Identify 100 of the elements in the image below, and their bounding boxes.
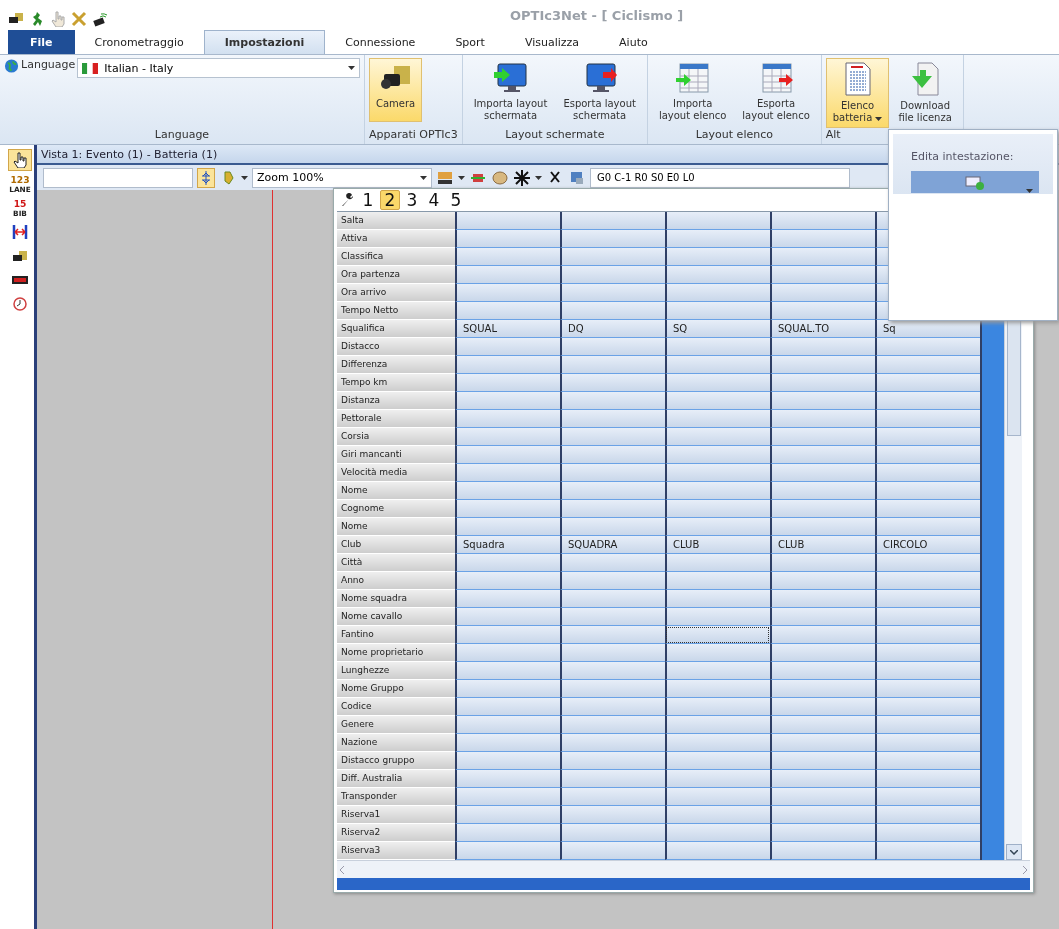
table-cell[interactable] xyxy=(560,662,665,680)
table-cell[interactable] xyxy=(560,752,665,770)
table-cell[interactable] xyxy=(665,212,770,230)
table-cell[interactable] xyxy=(770,248,875,266)
table-cell[interactable] xyxy=(875,608,980,626)
table-cell[interactable] xyxy=(455,590,560,608)
table-cell[interactable] xyxy=(770,230,875,248)
table-cell[interactable] xyxy=(770,842,875,860)
table-cell[interactable] xyxy=(560,698,665,716)
table-cell[interactable] xyxy=(560,248,665,266)
table-cell[interactable] xyxy=(875,680,980,698)
table-cell[interactable] xyxy=(875,482,980,500)
table-cell[interactable] xyxy=(875,770,980,788)
table-cell[interactable] xyxy=(455,734,560,752)
table-cell[interactable] xyxy=(560,590,665,608)
split-button[interactable] xyxy=(197,167,215,188)
text-field[interactable] xyxy=(43,167,193,188)
table-cell[interactable] xyxy=(770,446,875,464)
table-cell[interactable] xyxy=(665,392,770,410)
ribbon-tab[interactable]: Aiuto xyxy=(599,30,668,54)
page-number-tab[interactable]: 3 xyxy=(402,190,422,210)
table-cell[interactable] xyxy=(665,266,770,284)
table-cell[interactable] xyxy=(875,788,980,806)
table-cell[interactable] xyxy=(560,428,665,446)
table-cell[interactable] xyxy=(770,662,875,680)
table-cell[interactable] xyxy=(560,734,665,752)
page-number-tab[interactable]: 2 xyxy=(380,190,400,210)
table-cell[interactable] xyxy=(455,824,560,842)
table-cell[interactable] xyxy=(455,500,560,518)
table-cell[interactable]: Sq xyxy=(875,320,980,338)
table-cell[interactable] xyxy=(455,230,560,248)
table-cell[interactable] xyxy=(770,266,875,284)
table-cell[interactable] xyxy=(665,752,770,770)
table-cell[interactable] xyxy=(875,464,980,482)
table-cell[interactable] xyxy=(560,626,665,644)
table-cell[interactable] xyxy=(560,608,665,626)
table-cell[interactable] xyxy=(665,338,770,356)
table-cell[interactable] xyxy=(455,518,560,536)
table-cell[interactable] xyxy=(455,608,560,626)
table-cell[interactable] xyxy=(770,338,875,356)
table-cell[interactable] xyxy=(665,464,770,482)
table-cell[interactable] xyxy=(455,212,560,230)
table-cell[interactable] xyxy=(875,590,980,608)
table-cell[interactable] xyxy=(770,626,875,644)
table-cell[interactable] xyxy=(875,716,980,734)
table-cell[interactable] xyxy=(665,680,770,698)
table-cell[interactable] xyxy=(770,428,875,446)
ribbon-button[interactable]: Elenco batteria xyxy=(825,58,890,128)
table-cell[interactable] xyxy=(875,374,980,392)
table-cell[interactable] xyxy=(770,680,875,698)
table-cell[interactable] xyxy=(560,230,665,248)
ribbon-tab[interactable]: Cronometraggio xyxy=(74,30,204,54)
table-cell[interactable] xyxy=(665,500,770,518)
table-cell[interactable] xyxy=(770,806,875,824)
table-cell[interactable] xyxy=(665,302,770,320)
header-dropdown[interactable] xyxy=(911,171,1039,193)
table-cell[interactable] xyxy=(560,446,665,464)
table-cell[interactable] xyxy=(665,374,770,392)
table-cell[interactable] xyxy=(560,842,665,860)
table-cell[interactable] xyxy=(875,842,980,860)
table-cell[interactable] xyxy=(665,410,770,428)
table-cell[interactable] xyxy=(665,626,770,644)
ribbon-button[interactable]: Camera xyxy=(369,58,423,122)
table-cell[interactable] xyxy=(455,626,560,644)
table-cell[interactable] xyxy=(770,356,875,374)
table-cell[interactable] xyxy=(560,212,665,230)
bib-number-button[interactable]: 15 BIB xyxy=(8,197,32,219)
table-cell[interactable] xyxy=(770,284,875,302)
table-cell[interactable]: Squadra xyxy=(455,536,560,554)
ribbon-button[interactable]: Importa layout elenco xyxy=(651,58,734,126)
table-cell[interactable] xyxy=(560,338,665,356)
table-cell[interactable] xyxy=(455,842,560,860)
table-cell[interactable] xyxy=(875,392,980,410)
table-cell[interactable] xyxy=(455,770,560,788)
table-cell[interactable] xyxy=(665,230,770,248)
table-cell[interactable] xyxy=(875,806,980,824)
table-cell[interactable] xyxy=(875,338,980,356)
table-cell[interactable]: CIRCOLO xyxy=(875,536,980,554)
table-cell[interactable] xyxy=(875,626,980,644)
table-cell[interactable] xyxy=(455,806,560,824)
table-cell[interactable] xyxy=(665,662,770,680)
table-cell[interactable] xyxy=(455,680,560,698)
table-cell[interactable] xyxy=(560,770,665,788)
table-cell[interactable] xyxy=(665,824,770,842)
zoom-dropdown[interactable]: Zoom 100% xyxy=(252,167,432,188)
table-cell[interactable] xyxy=(560,518,665,536)
table-cell[interactable] xyxy=(665,284,770,302)
table-cell[interactable]: SQ xyxy=(665,320,770,338)
table-cell[interactable] xyxy=(665,446,770,464)
table-cell[interactable] xyxy=(770,572,875,590)
table-cell[interactable] xyxy=(875,662,980,680)
ribbon-button[interactable]: Esporta layout elenco xyxy=(735,58,817,126)
table-cell[interactable] xyxy=(770,410,875,428)
ribbon-button[interactable]: Esporta layout schermata xyxy=(556,58,643,126)
table-cell[interactable] xyxy=(455,482,560,500)
table-cell[interactable] xyxy=(770,464,875,482)
table-cell[interactable] xyxy=(560,554,665,572)
ribbon-tab[interactable]: Connessione xyxy=(325,30,436,54)
table-cell[interactable] xyxy=(560,644,665,662)
table-cell[interactable]: SQUAL xyxy=(455,320,560,338)
